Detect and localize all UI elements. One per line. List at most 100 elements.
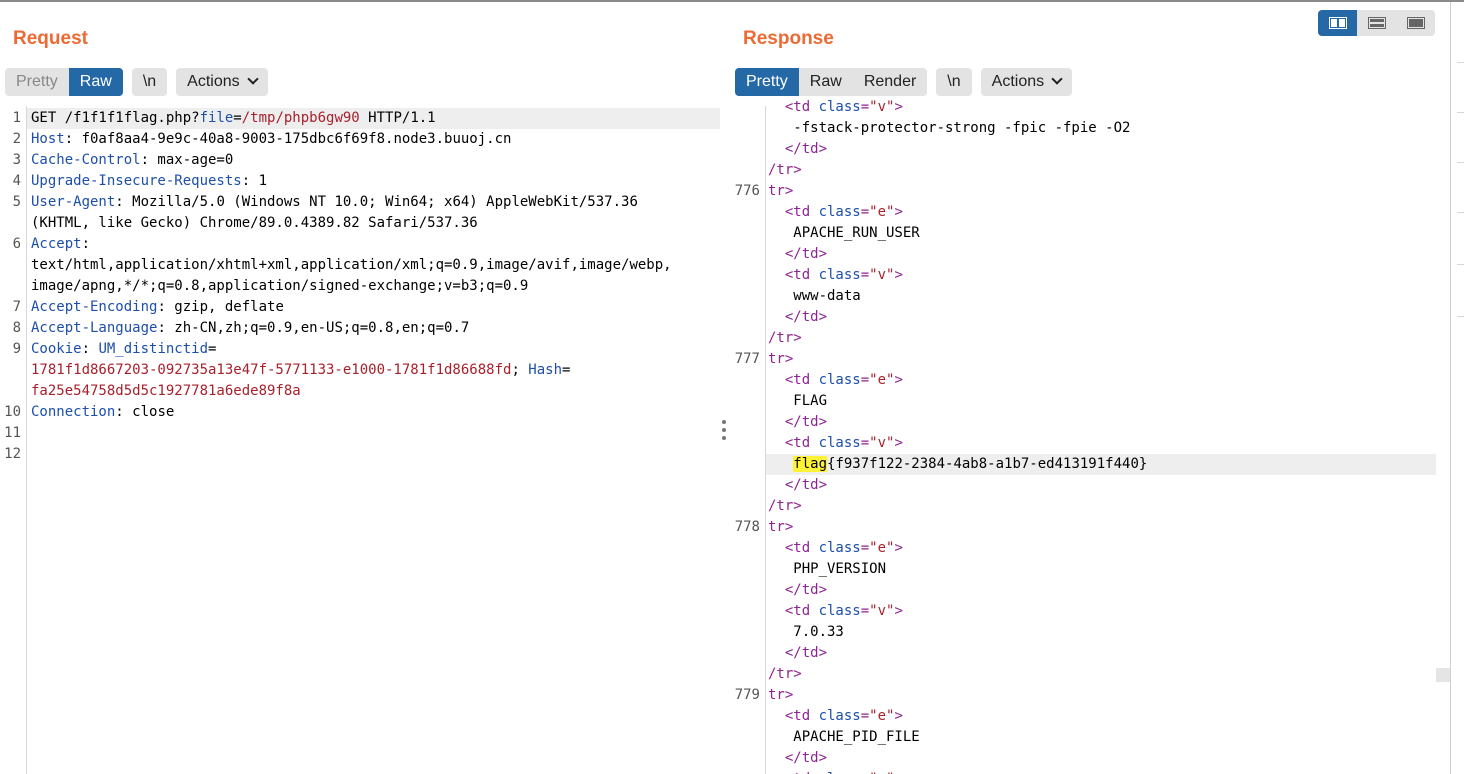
code-token: "e" — [869, 372, 895, 388]
request-tab-raw[interactable]: Raw — [68, 68, 123, 96]
code-token: : zh-CN,zh;q=0.9,en-US;q=0.8,en;q=0.7 — [157, 320, 470, 336]
line-text: Connection: close — [31, 402, 174, 423]
line-text: 7.0.33 — [768, 622, 844, 643]
line-text: </td> — [768, 580, 827, 601]
code-token: : — [81, 341, 99, 357]
code-token: Accept-Encoding — [31, 299, 158, 315]
code-token: </td> — [784, 582, 828, 598]
line-text: /tr> — [768, 496, 802, 517]
line-text: </td> — [768, 244, 827, 265]
code-token: </td> — [784, 141, 828, 157]
line-text: /tr> — [768, 328, 802, 349]
code-token: "e" — [869, 540, 895, 556]
line-text: tr> — [768, 349, 793, 370]
panel-divider — [1457, 264, 1464, 265]
code-token: HTTP/1.1 — [359, 110, 436, 126]
response-newline-toggle[interactable]: \n — [936, 68, 971, 96]
request-view-tabs: Pretty Raw — [5, 68, 123, 96]
line-text: </td> — [768, 643, 827, 664]
code-token: fa25e54758d5d5c1927781a6ede89f8a — [31, 383, 301, 399]
single-pane-icon[interactable] — [1396, 10, 1435, 36]
response-actions-button[interactable]: Actions — [981, 68, 1072, 96]
code-token: <td — [784, 435, 819, 451]
line-text: <td class="v"> — [768, 97, 903, 118]
request-toolbar: Pretty Raw \n Actions — [5, 68, 277, 96]
line-number: 10 — [4, 404, 21, 420]
pane-splitter[interactable] — [720, 2, 730, 774]
drag-handle-dot-icon — [722, 436, 726, 440]
code-token: class — [818, 708, 861, 724]
request-newline-group: \n — [131, 68, 168, 96]
code-token: </td> — [784, 309, 828, 325]
code-token: (KHTML, like Gecko) Chrome/89.0.4389.82 … — [31, 215, 478, 231]
inspector-side-panel[interactable] — [1450, 2, 1464, 774]
code-token: FLAG — [768, 393, 828, 409]
code-token: 7.0.33 — [768, 624, 844, 640]
layout-toggle-group — [1318, 10, 1435, 36]
line-text: <td class="e"> — [768, 538, 903, 559]
line-text: /tr> — [768, 664, 802, 685]
code-token: "v" — [869, 99, 895, 115]
line-number: 11 — [4, 425, 21, 441]
line-text: </td> — [768, 412, 827, 433]
request-pane: Request Pretty Raw \n Actions 1 GET /f1f1… — [0, 2, 720, 774]
code-token: Hash — [528, 362, 563, 378]
line-text: <td class="e"> — [768, 370, 903, 391]
code-token: = — [860, 603, 870, 619]
request-actions-button[interactable]: Actions — [176, 68, 267, 96]
line-number: 12 — [4, 446, 21, 462]
line-text: <td class="e"> — [768, 202, 903, 223]
response-tab-pretty[interactable]: Pretty — [735, 68, 799, 96]
code-token: "e" — [869, 708, 895, 724]
line-text: </td> — [768, 139, 827, 160]
response-tab-render[interactable]: Render — [853, 68, 927, 96]
code-token: Cache-Control — [31, 152, 141, 168]
code-token: : max-age=0 — [140, 152, 234, 168]
drag-handle-dot-icon — [722, 420, 726, 424]
code-token: 1781f1d8667203-092735a13e47f-5771133-e10… — [31, 362, 512, 378]
split-vertical-icon[interactable] — [1357, 10, 1396, 36]
request-newline-toggle[interactable]: \n — [132, 68, 167, 96]
code-token: APACHE_PID_FILE — [768, 729, 920, 745]
response-toolbar: Pretty Raw Render \n Actions — [735, 68, 1081, 96]
code-token: > — [894, 372, 903, 388]
line-text: <td class="e"> — [768, 706, 903, 727]
line-text: </td> — [768, 475, 827, 496]
line-text: text/html,application/xhtml+xml,applicat… — [31, 255, 672, 276]
code-token: : — [81, 236, 91, 252]
line-text: Accept-Encoding: gzip, deflate — [31, 297, 284, 318]
code-token: tr> — [768, 519, 794, 535]
line-text: User-Agent: Mozilla/5.0 (Windows NT 10.0… — [31, 192, 638, 213]
line-text: image/apng,*/*;q=0.8,application/signed-… — [31, 276, 528, 297]
response-tab-raw[interactable]: Raw — [799, 68, 853, 96]
line-number: 776 — [734, 183, 760, 199]
line-number: 8 — [12, 320, 21, 336]
panel-divider — [1457, 112, 1464, 113]
code-token: APACHE_RUN_USER — [768, 225, 920, 241]
line-number: 3 — [12, 152, 21, 168]
code-token: <td — [784, 540, 819, 556]
code-token: : close — [115, 404, 175, 420]
line-number: 2 — [12, 131, 21, 147]
request-actions-group: Actions — [176, 68, 268, 96]
response-pane: Response Pretty Raw Render \n Actions <t… — [730, 2, 1450, 774]
code-token: Connection — [31, 404, 116, 420]
line-text: flag{f937f122-2384-4ab8-a1b7-ed413191f44… — [768, 454, 1147, 475]
code-token: </td> — [784, 414, 828, 430]
code-token: > — [894, 204, 903, 220]
line-text: </td> — [768, 307, 827, 328]
line-text: 1781f1d8667203-092735a13e47f-5771133-e10… — [31, 360, 570, 381]
code-token: /tr> — [768, 666, 802, 682]
request-tab-pretty[interactable]: Pretty — [5, 68, 69, 96]
request-actions-label: Actions — [187, 73, 240, 90]
chevron-down-icon — [1051, 73, 1063, 85]
request-title: Request — [13, 28, 88, 49]
code-token: class — [818, 204, 861, 220]
scrollbar-corner[interactable] — [1436, 668, 1450, 682]
code-token: > — [894, 708, 903, 724]
split-horizontal-icon[interactable] — [1318, 10, 1357, 36]
code-token: "e" — [869, 204, 895, 220]
